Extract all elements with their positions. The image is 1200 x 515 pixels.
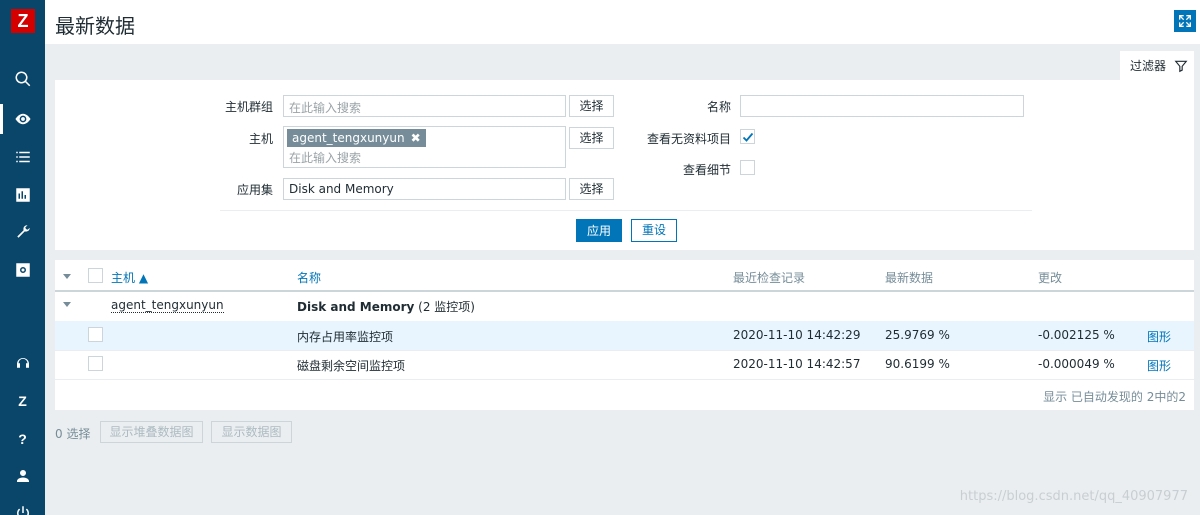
filter-tab-label: 过滤器: [1130, 59, 1167, 73]
application-input[interactable]: Disk and Memory: [283, 178, 566, 200]
filter-icon: [1174, 60, 1188, 72]
check-icon: [742, 132, 754, 142]
application-count: (2 监控项): [414, 300, 475, 314]
last-check-column-header: 最近检查记录: [733, 271, 806, 285]
application-name: Disk and Memory: [297, 300, 415, 314]
host-group-label: 主机群组: [224, 100, 273, 114]
host-select-button[interactable]: 选择: [569, 127, 614, 149]
page-header: 最新数据: [45, 0, 1200, 44]
show-details-checkbox[interactable]: [740, 160, 755, 175]
zabbix-logo[interactable]: Z: [11, 9, 35, 33]
item-last-value: 25.9769 %: [885, 328, 950, 342]
page-title: 最新数据: [55, 14, 135, 38]
name-input[interactable]: [740, 95, 1024, 117]
filter-panel: 主机群组 在此输入搜索 选择 主机 agent_tengxunyun ✖ 在此输入…: [55, 80, 1194, 250]
wrench-icon[interactable]: [0, 217, 45, 247]
show-without-data-label: 查看无资料项目: [646, 132, 731, 146]
filter-divider: [220, 210, 1032, 211]
apply-button[interactable]: 应用: [576, 219, 622, 242]
item-name: 内存占用率监控项: [297, 330, 394, 344]
graph-link[interactable]: 图形: [1147, 328, 1171, 345]
last-value-column-header: 最新数据: [885, 271, 934, 285]
help-icon[interactable]: [0, 396, 45, 426]
group-application: Disk and Memory (2 监控项): [297, 298, 475, 315]
graph-link[interactable]: 图形: [1147, 357, 1171, 374]
group-host[interactable]: agent_tengxunyun: [111, 298, 224, 313]
eye-icon[interactable]: [0, 104, 45, 134]
row-checkbox[interactable]: [88, 356, 103, 371]
item-last-value: 90.6199 %: [885, 357, 950, 371]
host-group-placeholder: 在此输入搜索: [289, 101, 362, 115]
user-icon[interactable]: [0, 461, 45, 491]
sidebar: Z Z ?: [0, 0, 45, 515]
application-label: 应用集: [236, 183, 273, 197]
search-icon[interactable]: [0, 64, 45, 94]
headset-icon[interactable]: [0, 349, 45, 379]
host-chip[interactable]: agent_tengxunyun ✖: [287, 129, 426, 147]
host-multiselect[interactable]: agent_tengxunyun ✖ 在此输入搜索: [283, 126, 566, 168]
latest-data-table: 主机 ▲ 名称 最近检查记录 最新数据 更改 agent_tengxunyun …: [55, 260, 1194, 410]
item-change: -0.002125 %: [1038, 328, 1115, 342]
item-last-check: 2020-11-10 14:42:29: [733, 328, 861, 342]
change-column-header: 更改: [1038, 271, 1063, 285]
watermark: https://blog.csdn.net/qq_40907977: [959, 489, 1188, 504]
item-name: 磁盘剩余空间监控项: [297, 359, 406, 373]
chip-close-icon[interactable]: ✖: [411, 131, 421, 145]
host-group-input[interactable]: 在此输入搜索: [283, 95, 566, 117]
reset-button[interactable]: 重设: [631, 219, 677, 242]
fullscreen-button[interactable]: [1174, 10, 1196, 32]
row-divider: [55, 379, 1194, 380]
table-row-highlight: [55, 321, 1194, 350]
table-footer-count: 显示 已自动发现的 2中的2: [1043, 390, 1186, 404]
host-column-header[interactable]: 主机 ▲: [111, 269, 148, 286]
item-change: -0.000049 %: [1038, 357, 1115, 371]
row-divider: [55, 350, 1194, 351]
help-icon[interactable]: ?: [0, 424, 45, 454]
filter-tab[interactable]: 过滤器: [1120, 51, 1194, 80]
show-details-label: 查看细节: [682, 163, 731, 177]
row-checkbox[interactable]: [88, 327, 103, 342]
host-chip-label: agent_tengxunyun: [292, 131, 405, 145]
collapse-all-icon[interactable]: [63, 274, 71, 279]
stacked-graph-button[interactable]: 显示堆叠数据图: [100, 421, 203, 443]
power-icon[interactable]: [0, 498, 45, 515]
gear-icon[interactable]: [0, 255, 45, 285]
header-divider: [55, 290, 1194, 292]
selected-count: 0 选择: [55, 427, 91, 441]
select-all-checkbox[interactable]: [88, 268, 103, 283]
list-icon[interactable]: [0, 142, 45, 172]
host-placeholder: 在此输入搜索: [289, 151, 362, 165]
application-select-button[interactable]: 选择: [569, 178, 614, 200]
host-label: 主机: [248, 132, 273, 146]
name-column-header[interactable]: 名称: [297, 269, 321, 286]
chart-icon[interactable]: [0, 180, 45, 210]
name-label: 名称: [706, 100, 731, 114]
collapse-group-icon[interactable]: [63, 302, 71, 307]
item-last-check: 2020-11-10 14:42:57: [733, 357, 861, 371]
show-without-data-checkbox[interactable]: [740, 129, 755, 144]
graph-button[interactable]: 显示数据图: [211, 421, 292, 443]
fullscreen-icon: [1179, 15, 1191, 27]
host-group-select-button[interactable]: 选择: [569, 95, 614, 117]
